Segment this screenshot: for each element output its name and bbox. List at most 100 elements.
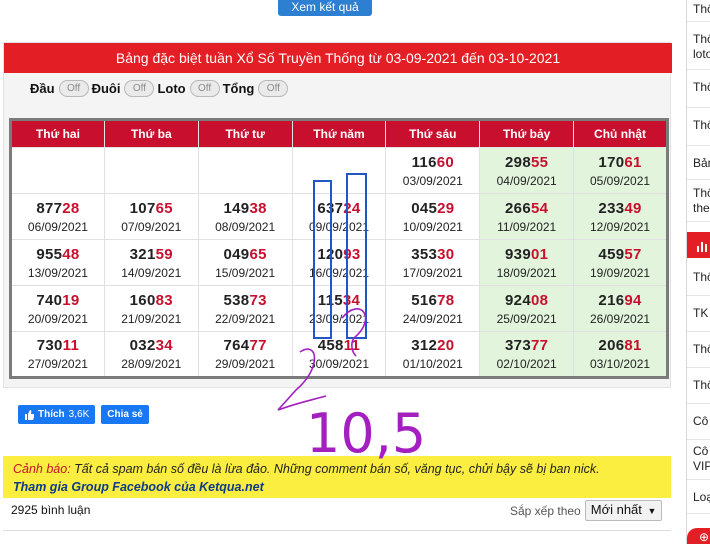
toggle-dau[interactable]: Off bbox=[58, 79, 89, 97]
result-cell: 21694 26/09/2021 bbox=[573, 285, 668, 332]
page-root: Xem kết quả Bảng đặc biệt tuần Xổ Số Tru… bbox=[0, 0, 710, 544]
result-number: 63724 bbox=[293, 200, 386, 218]
sidebar-item[interactable]: Loạ bbox=[687, 490, 710, 514]
result-cell: 87728 06/09/2021 bbox=[10, 193, 105, 240]
result-number: 11660 bbox=[386, 154, 479, 172]
result-date: 01/10/2021 bbox=[402, 357, 463, 371]
result-number: 76477 bbox=[199, 337, 292, 355]
toggle-duoi[interactable]: Off bbox=[124, 79, 155, 97]
thumbs-up-icon bbox=[24, 409, 34, 420]
number-tail: 60 bbox=[436, 153, 455, 171]
sidebar-item[interactable]: Cô bbox=[687, 414, 710, 440]
view-results-button[interactable]: Xem kết quả bbox=[278, 0, 372, 16]
result-date: 03/09/2021 bbox=[402, 173, 463, 188]
result-cell: 53873 22/09/2021 bbox=[197, 285, 293, 332]
panel-title: Bảng đặc biệt tuần Xổ Số Truyền Thống từ… bbox=[4, 43, 672, 73]
number-tail: 83 bbox=[155, 291, 173, 309]
result-cell: 37377 02/10/2021 bbox=[479, 331, 575, 378]
result-cell: 73011 27/09/2021 bbox=[10, 331, 105, 378]
number-tail: 28 bbox=[62, 199, 80, 217]
number-tail: 11 bbox=[343, 337, 361, 354]
sidebar-item[interactable]: Thố bbox=[687, 118, 710, 146]
toggle-label-dau: Đầu bbox=[30, 80, 55, 96]
result-date: 26/09/2021 bbox=[590, 311, 651, 326]
result-cell: 51678 24/09/2021 bbox=[385, 285, 481, 332]
result-date: 06/09/2021 bbox=[27, 219, 88, 234]
result-number: 51678 bbox=[386, 292, 479, 310]
like-label: Thích bbox=[38, 409, 65, 420]
result-cell: 76477 29/09/2021 bbox=[197, 331, 293, 378]
sidebar-item[interactable]: Thố bbox=[687, 378, 710, 404]
sidebar-item[interactable]: Thố lotơ bbox=[687, 32, 710, 70]
sidebar-item[interactable]: Bản bbox=[687, 156, 710, 180]
sort-select[interactable]: Mới nhất ▼ bbox=[584, 500, 663, 521]
result-cell bbox=[103, 147, 199, 194]
result-cell: 29855 04/09/2021 bbox=[479, 147, 575, 194]
result-number: 95548 bbox=[12, 246, 104, 264]
col-header: Chủ nhật bbox=[573, 119, 668, 148]
bar-chart-icon bbox=[697, 239, 707, 257]
number-tail: 30 bbox=[437, 245, 455, 263]
plus-icon: ⊕ bbox=[699, 530, 710, 544]
facebook-group-link[interactable]: Tham gia Group Facebook của Ketqua.net bbox=[13, 478, 661, 496]
number-head: 115 bbox=[317, 291, 343, 309]
sidebar-item[interactable]: Thố thea bbox=[687, 186, 710, 222]
result-number: 11534 bbox=[293, 292, 386, 310]
result-date: 24/09/2021 bbox=[402, 311, 463, 326]
warning-text: Tất cả spam bán số đều là lừa đảo. Những… bbox=[70, 462, 600, 476]
sidebar-item[interactable]: Cô VIP bbox=[687, 444, 710, 480]
number-tail: 29 bbox=[437, 199, 455, 217]
result-date: 27/09/2021 bbox=[27, 357, 88, 371]
number-tail: 77 bbox=[249, 337, 267, 354]
sidebar-item[interactable]: Thố bbox=[687, 270, 710, 296]
result-cell: 63724 09/09/2021 bbox=[291, 193, 387, 240]
number-head: 538 bbox=[223, 291, 250, 309]
number-head: 353 bbox=[411, 245, 438, 263]
like-button[interactable]: Thích 3,6K bbox=[18, 405, 96, 424]
number-head: 107 bbox=[129, 199, 156, 217]
sidebar-item[interactable]: Thố bbox=[687, 342, 710, 368]
result-date: 25/09/2021 bbox=[496, 311, 557, 326]
result-cell: 04529 10/09/2021 bbox=[385, 193, 481, 240]
toggle-loto[interactable]: Off bbox=[189, 79, 220, 97]
result-date: 12/09/2021 bbox=[590, 219, 651, 234]
result-number: 03234 bbox=[105, 337, 198, 355]
result-cell: 26654 11/09/2021 bbox=[479, 193, 575, 240]
toggle-tong[interactable]: Off bbox=[258, 79, 289, 97]
number-tail: 20 bbox=[437, 337, 455, 354]
result-number: 73011 bbox=[12, 337, 104, 355]
number-head: 216 bbox=[598, 291, 625, 309]
number-head: 032 bbox=[129, 337, 156, 354]
number-head: 764 bbox=[223, 337, 250, 354]
result-date: 29/09/2021 bbox=[215, 357, 276, 371]
table-row: 11660 03/09/2021 29855 04/09/2021 17061 05/09… bbox=[10, 147, 668, 194]
number-tail: 08 bbox=[530, 291, 549, 309]
sidebar-item[interactable]: Thố bbox=[687, 80, 710, 108]
result-date: 02/10/2021 bbox=[496, 357, 557, 371]
result-date: 17/09/2021 bbox=[402, 265, 463, 280]
sidebar-item[interactable]: TK bbox=[687, 306, 710, 332]
result-number: 04529 bbox=[386, 200, 479, 218]
result-number: 14938 bbox=[199, 200, 292, 218]
number-head: 206 bbox=[598, 337, 625, 354]
result-cell bbox=[291, 147, 387, 194]
result-cell: 04965 15/09/2021 bbox=[197, 239, 293, 286]
number-head: 266 bbox=[505, 199, 531, 217]
result-number: 45811 bbox=[293, 337, 386, 355]
result-number: 29855 bbox=[480, 154, 573, 172]
sidebar-item[interactable]: Thố bbox=[687, 2, 710, 22]
result-number: 16083 bbox=[105, 292, 198, 310]
number-tail: 59 bbox=[155, 245, 173, 263]
result-cell: 12093 16/09/2021 bbox=[291, 239, 387, 286]
share-button[interactable]: Chia sẻ bbox=[101, 405, 149, 424]
result-number: 23349 bbox=[574, 200, 666, 218]
result-date: 23/09/2021 bbox=[308, 311, 369, 326]
sidebar-add-button[interactable]: ⊕ bbox=[687, 528, 710, 544]
result-number: 31220 bbox=[386, 337, 479, 355]
result-date: 15/09/2021 bbox=[215, 265, 276, 280]
result-date: 16/09/2021 bbox=[308, 265, 369, 280]
result-number: 35330 bbox=[386, 246, 479, 264]
result-date: 19/09/2021 bbox=[590, 265, 651, 280]
number-head: 516 bbox=[411, 291, 438, 309]
number-tail: 81 bbox=[624, 337, 642, 354]
